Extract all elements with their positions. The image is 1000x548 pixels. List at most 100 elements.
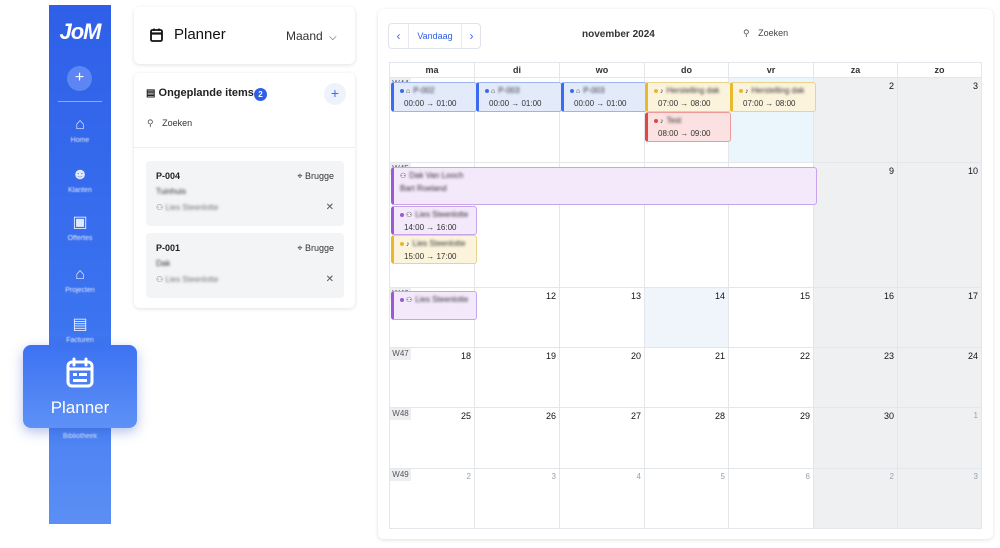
day-cell[interactable]: 6 [729, 469, 814, 529]
day-cell[interactable]: 1 [898, 408, 982, 469]
day-number: 17 [967, 291, 978, 301]
day-cell[interactable]: 15 [729, 288, 814, 348]
item-code: P-004 [156, 171, 181, 181]
day-cell[interactable]: 21 [645, 348, 729, 408]
day-cell[interactable]: 2 [814, 78, 898, 163]
day-cell[interactable]: 18 W47 [390, 348, 475, 408]
day-cell[interactable]: 20 [560, 348, 645, 408]
today-button[interactable]: Vandaag [409, 24, 461, 48]
sidebar-item-projecten[interactable]: ⌂ Projecten [49, 266, 111, 294]
chevron-left-icon[interactable]: ‹ [389, 24, 409, 48]
sidebar: JoM + ⌂ Home ☻ Klanten ▣ Offertes ⌂ Proj… [49, 5, 111, 524]
weekday-header: zo [898, 63, 982, 78]
sidebar-item-offertes[interactable]: ▣ Offertes [49, 214, 111, 242]
day-number: 13 [630, 291, 641, 301]
week-label: W47 [390, 348, 411, 360]
day-cell[interactable]: 26 [475, 408, 560, 469]
unplanned-item[interactable]: P-001 ⌖ Brugge Dak ⚇ Lies Steenlotte ✕ [146, 233, 344, 298]
sidebar-item-klanten[interactable]: ☻ Klanten [49, 166, 111, 194]
calendar-search[interactable]: ⚲ Zoeken [743, 28, 788, 39]
unplanned-items-panel: ▤ Ongeplande items 2 + ⚲ Zoeken P-004 ⌖ … [134, 73, 355, 308]
day-number: 26 [545, 411, 556, 421]
status-dot-icon [654, 118, 658, 123]
day-cell[interactable]: 3 [898, 78, 982, 163]
day-cell[interactable]: 29 [729, 408, 814, 469]
day-number: 22 [799, 351, 810, 361]
status-dot-icon [739, 88, 743, 93]
day-cell[interactable]: 9 [814, 163, 898, 288]
day-cell[interactable]: 27 [560, 408, 645, 469]
weekday-header: di [475, 63, 560, 78]
view-select[interactable]: Maand ⌵ [286, 29, 337, 43]
unplanned-count-badge: 2 [254, 88, 267, 101]
day-number: 25 [460, 411, 471, 421]
search-placeholder: Zoeken [758, 28, 789, 38]
calendar-event[interactable]: ♪ Test 08:00 → 09:00 [645, 112, 731, 142]
day-cell[interactable]: 23 [814, 348, 898, 408]
day-number: 24 [967, 351, 978, 361]
calendar-event[interactable]: ⚇ Dak Van Looch Bart Roeland [391, 167, 817, 205]
chevron-right-icon[interactable]: › [461, 24, 481, 48]
day-cell[interactable]: 12 [475, 288, 560, 348]
sidebar-item-home[interactable]: ⌂ Home [49, 116, 111, 144]
page-title: Planner [174, 26, 226, 43]
sidebar-item-facturen[interactable]: ▤ Facturen [49, 316, 111, 344]
user-icon: ⚇ [156, 275, 164, 284]
home-icon: ⌂ [406, 88, 411, 95]
day-cell[interactable]: 22 [729, 348, 814, 408]
day-cell[interactable]: 19 [475, 348, 560, 408]
day-cell[interactable]: 2 [814, 469, 898, 529]
map-pin-icon: ⌖ [297, 243, 303, 253]
home-icon: ⌂ [576, 88, 581, 95]
close-icon[interactable]: ✕ [326, 202, 334, 213]
app-logo[interactable]: JoM [49, 19, 111, 45]
add-unplanned-button[interactable]: + [324, 83, 346, 105]
unplanned-item[interactable]: P-004 ⌖ Brugge Tuinhuis ⚇ Lies Steenlott… [146, 161, 344, 226]
day-cell[interactable]: 28 [645, 408, 729, 469]
day-number: 15 [799, 291, 810, 301]
week-label: W48 [390, 408, 411, 420]
day-cell[interactable]: 10 [898, 163, 982, 288]
calendar-event[interactable]: ⚇ Lies Steenlotte [391, 291, 477, 320]
event-title: ♪ Lies Steenlotte [400, 239, 465, 248]
day-cell[interactable]: 5 [645, 469, 729, 529]
calendar-event[interactable]: ⌂ P-002 00:00 → 01:00 [391, 82, 477, 112]
unplanned-search[interactable]: ⚲ Zoeken [147, 118, 192, 129]
calendar-event[interactable]: ♪ Lies Steenlotte 15:00 → 17:00 [391, 235, 477, 264]
sidebar-item-planner[interactable]: Planner [23, 345, 137, 428]
calendar-event[interactable]: ⌂ P-003 00:00 → 01:00 [476, 82, 562, 112]
add-button[interactable]: + [67, 66, 92, 91]
event-time: 00:00 → 01:00 [489, 99, 542, 108]
event-time: 07:00 → 08:00 [658, 99, 711, 108]
day-number: 28 [714, 411, 725, 421]
calendar-event[interactable]: ♪ Herstelling dak 07:00 → 08:00 [645, 82, 731, 112]
home-icon: ⌂ [75, 116, 85, 133]
day-cell[interactable]: 13 [560, 288, 645, 348]
day-cell[interactable]: 24 [898, 348, 982, 408]
day-cell[interactable]: 30 [814, 408, 898, 469]
item-person: ⚇ Lies Steenlotte [156, 275, 219, 284]
sidebar-item-bibliotheek[interactable]: Bibliotheek [49, 433, 111, 440]
day-cell[interactable]: 2 W49 [390, 469, 475, 529]
calendar-event[interactable]: ⚇ Lies Steenlotte 14:00 → 16:00 [391, 206, 477, 235]
event-time: 00:00 → 01:00 [574, 99, 627, 108]
day-cell[interactable]: 16 [814, 288, 898, 348]
day-cell[interactable]: 25 W48 [390, 408, 475, 469]
day-cell[interactable]: 4 [560, 469, 645, 529]
calendar-event[interactable]: ♪ Herstelling dak 07:00 → 08:00 [730, 82, 816, 112]
day-cell[interactable]: 17 [898, 288, 982, 348]
day-cell[interactable]: 14 [645, 288, 729, 348]
day-number: 9 [888, 166, 894, 176]
weekday-header: wo [560, 63, 645, 78]
day-cell[interactable]: 3 [475, 469, 560, 529]
day-number: 2 [889, 472, 894, 481]
calendar-icon [150, 28, 163, 47]
calendar-event[interactable]: ⌂ P-003 00:00 → 01:00 [561, 82, 647, 112]
unplanned-title: ▤ Ongeplande items [146, 87, 254, 99]
map-pin-icon: ⌖ [297, 171, 303, 181]
day-number: 4 [636, 472, 641, 481]
day-cell[interactable]: 3 [898, 469, 982, 529]
close-icon[interactable]: ✕ [326, 274, 334, 285]
day-number: 29 [799, 411, 810, 421]
search-placeholder: Zoeken [162, 118, 193, 128]
